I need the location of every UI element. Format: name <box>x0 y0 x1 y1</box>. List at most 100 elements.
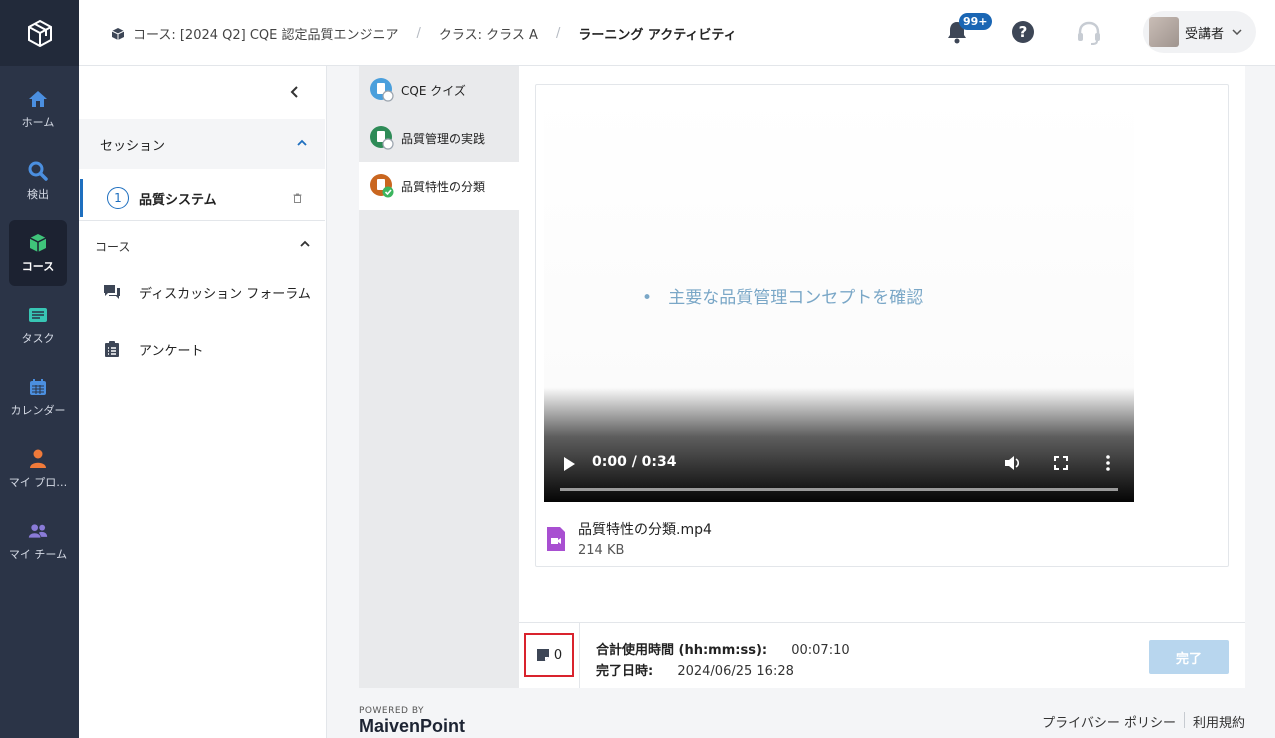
nav-calendar[interactable]: カレンダー <box>9 364 67 430</box>
notification-badge: 99+ <box>959 13 992 30</box>
total-time-label: 合計使用時間 (hh:mm:ss): <box>596 643 768 658</box>
activity-list: CQE クイズ 品質管理の実践 品質特性の分類 <box>359 66 519 688</box>
support-headset-icon[interactable] <box>1076 20 1102 46</box>
link-label: ディスカッション フォーラム <box>139 286 311 302</box>
breadcrumb-separator: / <box>555 26 561 41</box>
nav-home[interactable]: ホーム <box>9 76 67 142</box>
doc-icon <box>370 126 394 150</box>
completion-date-value: 2024/06/25 16:28 <box>677 664 794 679</box>
chevron-left-icon[interactable] <box>285 82 305 102</box>
course-cube-icon <box>111 27 125 40</box>
discussion-forum-link[interactable]: ディスカッション フォーラム <box>103 282 311 302</box>
activity-item[interactable]: 品質管理の実践 <box>359 114 519 162</box>
video-file-icon <box>547 527 565 551</box>
session-label: 品質システム <box>139 192 217 208</box>
calendar-icon <box>28 377 48 397</box>
app-logo[interactable] <box>0 0 79 66</box>
divider <box>579 623 580 689</box>
section-title: セッション <box>100 138 166 154</box>
trash-icon[interactable] <box>293 193 302 203</box>
nav-label: タスク <box>21 331 55 345</box>
survey-link[interactable]: アンケート <box>103 339 203 359</box>
complete-button[interactable]: 完了 <box>1149 640 1229 674</box>
nav-label: ホーム <box>21 115 55 129</box>
top-header: コース: [2024 Q2] CQE 認定品質エンジニア / クラス: クラス … <box>79 0 1275 66</box>
main-content: • 主要な品質管理コンセプトを確認 0:00 / 0:34 品質特性の分類.mp… <box>519 66 1245 622</box>
file-name[interactable]: 品質特性の分類.mp4 <box>578 519 712 539</box>
activity-label: CQE クイズ <box>401 83 466 98</box>
breadcrumb-course[interactable]: コース: [2024 Q2] CQE 認定品質エンジニア <box>133 24 399 43</box>
link-label: アンケート <box>139 343 204 359</box>
activity-item-active[interactable]: 品質特性の分類 <box>359 162 519 210</box>
divider <box>79 220 325 221</box>
footer: POWERED BY MaivenPoint プライバシー ポリシー 利用規約 <box>327 688 1275 738</box>
nav-search[interactable]: 検出 <box>9 148 67 214</box>
course-cube-icon <box>28 233 48 253</box>
left-navigation: ホーム 検出 コース タスク カレンダー マイ プロ… マイ チーム <box>0 0 79 738</box>
fullscreen-icon[interactable] <box>1054 456 1068 470</box>
file-info: 品質特性の分類.mp4 214 KB <box>546 519 712 558</box>
completion-date: 完了日時: 2024/06/25 16:28 <box>596 660 794 679</box>
total-time: 合計使用時間 (hh:mm:ss): 00:07:10 <box>596 639 850 658</box>
home-icon <box>28 89 48 109</box>
video-time: 0:00 / 0:34 <box>592 454 677 470</box>
nav-label: カレンダー <box>10 403 66 417</box>
privacy-policy-link[interactable]: プライバシー ポリシー <box>1042 712 1176 731</box>
quiz-doc-icon <box>370 78 394 102</box>
chevron-down-icon <box>1232 29 1242 35</box>
video-controls: 0:00 / 0:34 <box>544 443 1134 502</box>
play-icon[interactable] <box>562 456 576 472</box>
footer-links: プライバシー ポリシー 利用規約 <box>1042 712 1245 731</box>
logo-icon <box>27 19 52 47</box>
user-name: 受講者 <box>1185 26 1225 42</box>
nav-label: コース <box>21 259 55 273</box>
svg-text:?: ? <box>1019 23 1028 41</box>
terms-link[interactable]: 利用規約 <box>1193 712 1245 731</box>
slide-text: • 主要な品質管理コンセプトを確認 <box>642 288 924 308</box>
breadcrumb-class[interactable]: クラス: クラス A <box>439 24 538 43</box>
survey-clipboard-icon <box>105 341 119 357</box>
help-icon[interactable]: ? <box>1011 20 1035 44</box>
more-options-icon[interactable] <box>1105 455 1111 471</box>
search-icon <box>28 161 48 181</box>
nav-task[interactable]: タスク <box>9 292 67 358</box>
video-player[interactable]: • 主要な品質管理コンセプトを確認 0:00 / 0:34 <box>544 93 1134 502</box>
activity-label: 品質管理の実践 <box>401 131 486 146</box>
breadcrumb: コース: [2024 Q2] CQE 認定品質エンジニア / クラス: クラス … <box>111 24 737 43</box>
video-card: • 主要な品質管理コンセプトを確認 0:00 / 0:34 品質特性の分類.mp… <box>535 84 1229 567</box>
team-icon <box>28 521 48 541</box>
session-panel: セッション 1 品質システム コース ディスカッション フォーラム アンケート <box>79 66 327 738</box>
chevron-up-icon <box>300 240 310 247</box>
video-progress-bar[interactable] <box>560 488 1118 491</box>
person-icon <box>28 449 48 469</box>
nav-my-team[interactable]: マイ チーム <box>9 508 67 574</box>
note-icon <box>536 649 549 661</box>
powered-by: POWERED BY <box>359 706 425 716</box>
file-size: 214 KB <box>578 543 625 558</box>
session-number: 1 <box>107 187 129 209</box>
sessions-section-header[interactable]: セッション <box>79 119 325 169</box>
notes-button[interactable]: 0 <box>524 633 574 677</box>
activity-label: 品質特性の分類 <box>401 179 486 194</box>
total-time-value: 00:07:10 <box>791 643 850 658</box>
course-section-header[interactable]: コース <box>95 238 310 255</box>
completion-date-label: 完了日時: <box>596 664 654 679</box>
note-count: 0 <box>553 647 563 663</box>
nav-my-profile[interactable]: マイ プロ… <box>9 436 67 502</box>
session-item[interactable]: 1 品質システム <box>80 179 324 217</box>
volume-icon[interactable] <box>1004 455 1022 471</box>
activity-item[interactable]: CQE クイズ <box>359 66 519 114</box>
divider <box>1183 712 1185 728</box>
activity-status-bar: 0 合計使用時間 (hh:mm:ss): 00:07:10 完了日時: 2024… <box>519 622 1245 689</box>
breadcrumb-current: ラーニング アクティビティ <box>578 28 737 43</box>
task-icon <box>28 305 48 325</box>
breadcrumb-separator: / <box>416 26 421 41</box>
nav-label: マイ チーム <box>8 547 68 561</box>
chevron-up-icon <box>297 139 307 146</box>
avatar <box>1149 17 1179 47</box>
nav-course[interactable]: コース <box>9 220 67 286</box>
brand-logo: MaivenPoint <box>359 716 466 736</box>
discussion-icon <box>104 285 120 299</box>
section-title: コース <box>95 240 131 254</box>
user-menu[interactable]: 受講者 <box>1143 11 1256 53</box>
